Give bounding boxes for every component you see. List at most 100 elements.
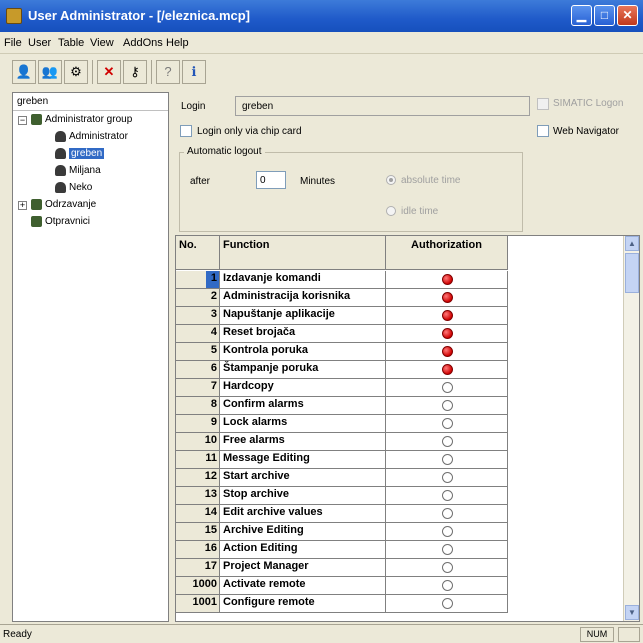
- chip-card-checkbox[interactable]: [180, 125, 192, 137]
- unauthorized-icon[interactable]: [442, 400, 453, 411]
- unauthorized-icon[interactable]: [442, 454, 453, 465]
- tree-node-administrator[interactable]: Administrator: [55, 131, 128, 142]
- menu-file[interactable]: File: [4, 37, 22, 49]
- table-row[interactable]: 2 Administracija korisnika: [176, 289, 508, 307]
- unauthorized-icon[interactable]: [442, 490, 453, 501]
- current-user-field[interactable]: greben: [13, 93, 168, 111]
- unauthorized-icon[interactable]: [442, 526, 453, 537]
- menu-help[interactable]: Help: [166, 37, 189, 49]
- minimize-button[interactable]: ▁: [571, 5, 592, 26]
- authorization-cell[interactable]: [386, 577, 508, 594]
- unauthorized-icon[interactable]: [442, 598, 453, 609]
- authorization-cell[interactable]: [386, 307, 508, 324]
- minutes-input[interactable]: 0: [256, 171, 286, 189]
- table-row[interactable]: 8 Confirm alarms: [176, 397, 508, 415]
- table-row[interactable]: 5 Kontrola poruka: [176, 343, 508, 361]
- menu-addons[interactable]: AddOns: [123, 37, 163, 49]
- unauthorized-icon[interactable]: [442, 382, 453, 393]
- idle-time-radio[interactable]: [386, 206, 396, 216]
- unauthorized-icon[interactable]: [442, 472, 453, 483]
- authorized-icon[interactable]: [442, 328, 453, 339]
- table-row[interactable]: 9 Lock alarms: [176, 415, 508, 433]
- column-header-no[interactable]: No.: [176, 236, 220, 270]
- help-icon[interactable]: ?: [156, 60, 180, 84]
- unauthorized-icon[interactable]: [442, 418, 453, 429]
- table-row[interactable]: 15 Archive Editing: [176, 523, 508, 541]
- table-row[interactable]: 1 Izdavanje komandi: [176, 271, 508, 289]
- table-row[interactable]: 10 Free alarms: [176, 433, 508, 451]
- table-row[interactable]: 6 Štampanje poruka: [176, 361, 508, 379]
- table-row[interactable]: 11 Message Editing: [176, 451, 508, 469]
- table-row[interactable]: 4 Reset brojača: [176, 325, 508, 343]
- user-properties-icon[interactable]: ⚙: [64, 60, 88, 84]
- authorization-cell[interactable]: [386, 559, 508, 576]
- authorized-icon[interactable]: [442, 346, 453, 357]
- menu-view[interactable]: View: [90, 37, 114, 49]
- authorization-cell[interactable]: [386, 451, 508, 468]
- authorized-icon[interactable]: [442, 310, 453, 321]
- simatic-logon-checkbox[interactable]: [537, 98, 549, 110]
- resize-grip[interactable]: [618, 627, 640, 642]
- delete-icon[interactable]: ✕: [97, 60, 121, 84]
- authorization-cell[interactable]: [386, 487, 508, 504]
- table-row[interactable]: 17 Project Manager: [176, 559, 508, 577]
- new-user-icon[interactable]: 👤: [12, 60, 36, 84]
- app-icon[interactable]: [6, 8, 22, 24]
- table-row[interactable]: 12 Start archive: [176, 469, 508, 487]
- tree-node-otpravnici[interactable]: Otpravnici: [31, 216, 90, 227]
- unauthorized-icon[interactable]: [442, 580, 453, 591]
- collapse-icon[interactable]: −: [18, 116, 27, 125]
- table-row[interactable]: 1001 Configure remote: [176, 595, 508, 613]
- menu-table[interactable]: Table: [58, 37, 84, 49]
- tree-node-odrzavanje[interactable]: Odrzavanje: [31, 199, 96, 210]
- authorization-cell[interactable]: [386, 469, 508, 486]
- authorization-cell[interactable]: [386, 523, 508, 540]
- copy-user-icon[interactable]: 👥: [38, 60, 62, 84]
- unauthorized-icon[interactable]: [442, 562, 453, 573]
- column-header-authorization[interactable]: Authorization: [386, 236, 508, 270]
- key-icon[interactable]: ⚷: [123, 60, 147, 84]
- authorized-icon[interactable]: [442, 274, 453, 285]
- tree-node-neko[interactable]: Neko: [55, 182, 92, 193]
- authorization-cell[interactable]: [386, 361, 508, 378]
- authorization-cell[interactable]: [386, 325, 508, 342]
- authorization-cell[interactable]: [386, 541, 508, 558]
- authorization-cell[interactable]: [386, 343, 508, 360]
- table-row[interactable]: 3 Napuštanje aplikacije: [176, 307, 508, 325]
- tree-node-miljana[interactable]: Miljana: [55, 165, 101, 176]
- table-row[interactable]: 16 Action Editing: [176, 541, 508, 559]
- authorized-icon[interactable]: [442, 292, 453, 303]
- web-navigator-checkbox[interactable]: [537, 125, 549, 137]
- authorization-cell[interactable]: [386, 379, 508, 396]
- authorization-cell[interactable]: [386, 415, 508, 432]
- authorization-cell[interactable]: [386, 397, 508, 414]
- maximize-button[interactable]: □: [594, 5, 615, 26]
- tree-node-administrator-group[interactable]: Administrator group: [31, 114, 132, 125]
- column-header-function[interactable]: Function: [220, 236, 386, 270]
- authorization-cell[interactable]: [386, 289, 508, 306]
- table-row[interactable]: 14 Edit archive values: [176, 505, 508, 523]
- absolute-time-radio[interactable]: [386, 175, 396, 185]
- unauthorized-icon[interactable]: [442, 436, 453, 447]
- table-row[interactable]: 13 Stop archive: [176, 487, 508, 505]
- row-number: 10: [176, 433, 220, 450]
- tree-node-greben[interactable]: greben: [55, 148, 105, 160]
- scroll-down-icon[interactable]: ▼: [625, 605, 639, 620]
- table-row[interactable]: 7 Hardcopy: [176, 379, 508, 397]
- info-icon[interactable]: ℹ: [182, 60, 206, 84]
- authorization-cell[interactable]: [386, 595, 508, 612]
- scroll-up-icon[interactable]: ▲: [625, 236, 639, 251]
- scroll-thumb[interactable]: [625, 253, 639, 293]
- table-row[interactable]: 1000 Activate remote: [176, 577, 508, 595]
- authorization-cell[interactable]: [386, 271, 508, 288]
- authorization-cell[interactable]: [386, 505, 508, 522]
- expand-icon[interactable]: +: [18, 201, 27, 210]
- authorization-cell[interactable]: [386, 433, 508, 450]
- menu-user[interactable]: User: [28, 37, 51, 49]
- vertical-scrollbar[interactable]: ▲ ▼: [623, 236, 639, 621]
- unauthorized-icon[interactable]: [442, 544, 453, 555]
- login-field[interactable]: greben: [235, 96, 530, 116]
- authorized-icon[interactable]: [442, 364, 453, 375]
- unauthorized-icon[interactable]: [442, 508, 453, 519]
- close-button[interactable]: ✕: [617, 5, 638, 26]
